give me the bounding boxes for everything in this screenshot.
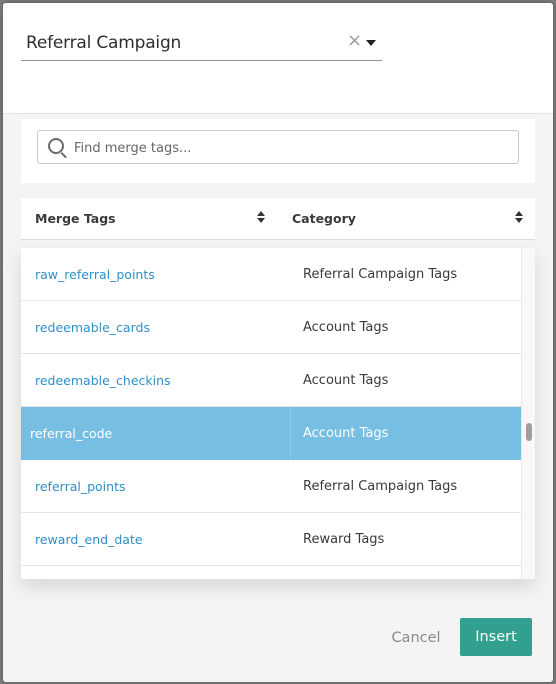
merge-tag-link[interactable]: raw_referral_points — [35, 248, 155, 301]
merge-tags-dialog: Referral Campaign × Merge Tags Category … — [3, 3, 553, 682]
search-card — [21, 119, 535, 183]
merge-tag-link[interactable]: referral_points — [35, 460, 125, 513]
category-cell: Account Tags — [303, 373, 389, 388]
clear-icon[interactable]: × — [347, 32, 362, 50]
cancel-button[interactable]: Cancel — [380, 620, 452, 656]
chevron-down-icon[interactable] — [366, 40, 376, 46]
sort-icon[interactable] — [257, 211, 265, 225]
insert-button[interactable]: Insert — [460, 618, 532, 656]
category-cell: Reward Tags — [303, 532, 385, 547]
merge-tags-table: raw_referral_points Referral Campaign Ta… — [21, 248, 535, 579]
table-row[interactable]: referral_points Referral Campaign Tags — [21, 460, 521, 513]
table-header: Merge Tags Category — [21, 198, 535, 240]
campaign-picker-section: Referral Campaign × — [3, 3, 553, 114]
search-input[interactable] — [72, 135, 506, 161]
category-cell: Referral Campaign Tags — [303, 267, 458, 282]
table-row[interactable]: redeemable_cards Account Tags — [21, 301, 521, 354]
merge-tag-link[interactable]: referral_code — [30, 407, 112, 460]
column-divider — [290, 407, 291, 460]
merge-tag-link[interactable]: redeemable_checkins — [35, 354, 171, 407]
campaign-select-value: Referral Campaign — [26, 33, 182, 53]
table-row[interactable]: raw_referral_points Referral Campaign Ta… — [21, 248, 521, 301]
search-icon — [48, 138, 64, 154]
sort-icon[interactable] — [515, 211, 523, 225]
campaign-select[interactable]: Referral Campaign × — [21, 27, 382, 61]
merge-tag-link[interactable]: reward_end_date — [35, 513, 143, 566]
scroll-thumb[interactable] — [526, 423, 532, 441]
category-cell: Account Tags — [303, 426, 389, 441]
column-header-merge-tags[interactable]: Merge Tags — [35, 198, 265, 239]
table-row[interactable]: reward_end_date Reward Tags — [21, 513, 521, 566]
merge-tag-link[interactable]: redeemable_cards — [35, 301, 150, 354]
table-rows: raw_referral_points Referral Campaign Ta… — [21, 248, 521, 579]
category-cell: Referral Campaign Tags — [303, 479, 458, 494]
search-box[interactable] — [37, 130, 519, 164]
category-cell: Account Tags — [303, 320, 389, 335]
table-row[interactable] — [21, 566, 521, 579]
table-scrollbar[interactable] — [521, 248, 535, 579]
column-header-category[interactable]: Category — [292, 198, 522, 239]
table-row-selected[interactable]: referral_code Account Tags — [21, 407, 521, 460]
table-row[interactable]: redeemable_checkins Account Tags — [21, 354, 521, 407]
